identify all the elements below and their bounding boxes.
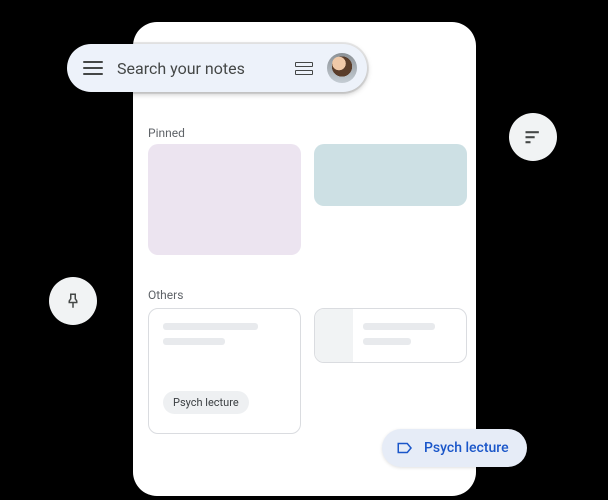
note-label-chip[interactable]: Psych lecture bbox=[163, 391, 249, 414]
pinned-note-1[interactable] bbox=[148, 144, 301, 255]
other-note-2[interactable] bbox=[314, 308, 467, 363]
note-text-skeleton bbox=[363, 323, 435, 330]
note-text-skeleton bbox=[163, 338, 225, 345]
pinned-note-2[interactable] bbox=[314, 144, 467, 206]
label-icon bbox=[396, 439, 414, 457]
pin-button[interactable] bbox=[49, 277, 97, 325]
others-section-label: Others bbox=[148, 288, 183, 302]
pin-icon bbox=[64, 292, 82, 310]
note-thumbnail bbox=[315, 309, 353, 362]
search-bar[interactable]: Search your notes bbox=[67, 44, 367, 92]
sort-icon bbox=[523, 127, 543, 147]
layout-toggle-icon[interactable] bbox=[295, 59, 313, 77]
search-placeholder: Search your notes bbox=[117, 59, 295, 78]
pinned-section-label: Pinned bbox=[148, 126, 185, 140]
label-pill-text: Psych lecture bbox=[424, 440, 509, 456]
note-text-skeleton bbox=[163, 323, 258, 330]
note-text-skeleton bbox=[363, 338, 411, 345]
sort-button[interactable] bbox=[509, 113, 557, 161]
menu-icon[interactable] bbox=[83, 58, 103, 78]
avatar[interactable] bbox=[327, 53, 357, 83]
label-pill[interactable]: Psych lecture bbox=[382, 429, 527, 467]
other-note-1[interactable]: Psych lecture bbox=[148, 308, 301, 434]
